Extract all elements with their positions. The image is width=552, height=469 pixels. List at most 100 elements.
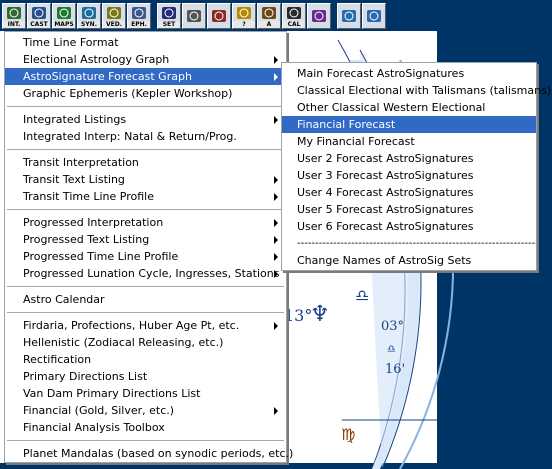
submenu-arrow-icon [274,270,278,278]
toolbar-cal-button[interactable]: CAL [282,3,306,29]
toolbar-button-label: MAPS [53,21,75,28]
toolbar-eph-button[interactable]: EPH. [127,3,151,29]
menu-item-label: Financial Forecast [297,118,396,131]
minutes-right: 16' [385,362,405,377]
ved-icon [103,4,125,21]
submenu-item-my-financial-forecast[interactable]: My Financial Forecast [282,133,536,150]
submenu-item-main-forecast-astrosignatures[interactable]: Main Forecast AstroSignatures [282,65,536,82]
menu-item-financial-analysis-toolbox[interactable]: Financial Analysis Toolbox [5,419,286,436]
submenu-arrow-icon [274,219,278,227]
toolbar-text-button[interactable]: A [257,3,281,29]
menu-item-label: Integrated Interp: Natal & Return/Prog. [23,130,237,143]
toolbar-button-label: A [258,21,280,28]
cast-icon [28,4,50,21]
menu-item-progressed-text-listing[interactable]: Progressed Text Listing [5,231,286,248]
virgo-glyph: ♍ [341,425,355,444]
submenu-arrow-icon [274,56,278,64]
menu-item-progressed-lunation-cycle-ingresses-stations[interactable]: Progressed Lunation Cycle, Ingresses, St… [5,265,286,282]
menu-item-label: Primary Directions List [23,370,148,383]
degree-left: 13° [284,306,312,325]
menu-item-integrated-listings[interactable]: Integrated Listings [5,111,286,128]
toolbar-button-label: VED. [103,21,125,28]
menu-item-label: Financial Analysis Toolbox [23,421,165,434]
menu-item-progressed-time-line-profile[interactable]: Progressed Time Line Profile [5,248,286,265]
cal-icon [283,4,305,21]
neptune-glyph: ♆ [310,302,330,327]
menu-item-integrated-interp-natal-return-prog[interactable]: Integrated Interp: Natal & Return/Prog. [5,128,286,145]
toolbar-set-button[interactable]: SET [157,3,181,29]
clock-icon [183,4,205,28]
toolbar-help-button[interactable]: ? [232,3,256,29]
menu-item-transit-interpretation[interactable]: Transit Interpretation [5,154,286,171]
submenu-item-change-names-of-astrosig-sets[interactable]: Change Names of AstroSig Sets [282,252,536,269]
syn-icon [78,4,100,21]
toolbar-maps-button[interactable]: MAPS [52,3,76,29]
menu-separator [5,308,286,317]
menu-separator [5,145,286,154]
submenu-arrow-icon [274,193,278,201]
submenu-arrow-icon [274,73,278,81]
menu-item-transit-text-listing[interactable]: Transit Text Listing [5,171,286,188]
menu-item-time-line-format[interactable]: Time Line Format [5,34,286,51]
menu-item-label: Change Names of AstroSig Sets [297,254,472,267]
menu-separator [5,205,286,214]
menu-item-label: User 6 Forecast AstroSignatures [297,220,474,233]
toolbar-syn-button[interactable]: SYN. [77,3,101,29]
menu-item-label: AstroSignature Forecast Graph [23,70,192,83]
menu-item-astro-calendar[interactable]: Astro Calendar [5,291,286,308]
submenu-arrow-icon [274,176,278,184]
menu-item-graphic-ephemeris-kepler-workshop[interactable]: Graphic Ephemeris (Kepler Workshop) [5,85,286,102]
menu-item-rectification[interactable]: Rectification [5,351,286,368]
toolbar-ved-button[interactable]: VED. [102,3,126,29]
toolbar-clock-button[interactable] [182,3,206,29]
menu-item-primary-directions-list[interactable]: Primary Directions List [5,368,286,385]
toolbar-int-button[interactable]: INT. [2,3,26,29]
menu-item-label: User 5 Forecast AstroSignatures [297,203,474,216]
submenu-item-user-2-forecast-astrosignatures[interactable]: User 2 Forecast AstroSignatures [282,150,536,167]
menu-item-firdaria-profections-huber-age-pt-etc[interactable]: Firdaria, Profections, Huber Age Pt, etc… [5,317,286,334]
submenu-item-classical-electional-with-talismans-talismans[interactable]: Classical Electional with Talismans (tal… [282,82,551,99]
toolbar-cast-button[interactable]: CAST [27,3,51,29]
submenu-item-user-4-forecast-astrosignatures[interactable]: User 4 Forecast AstroSignatures [282,184,536,201]
toolbar-zoom-out-button[interactable] [362,3,386,29]
menu-item-financial-gold-silver-etc[interactable]: Financial (Gold, Silver, etc.) [5,402,286,419]
menu-item-label: Other Classical Western Electional [297,101,486,114]
menu-item-transit-time-line-profile[interactable]: Transit Time Line Profile [5,188,286,205]
planet-icon [308,4,330,28]
toolbar: INT. CAST MAPS SYN. VED. EPH. SET? A CAL [0,0,552,31]
toolbar-button-label: ? [233,21,255,28]
menu-item-van-dam-primary-directions-list[interactable]: Van Dam Primary Directions List [5,385,286,402]
set-icon [158,4,180,21]
toolbar-button-label: INT. [3,21,25,28]
zoom-out-icon [363,4,385,28]
menu-item-label: Time Line Format [23,36,119,49]
menu-separator [5,102,286,111]
eph-icon [128,4,150,21]
menu-item-electional-astrology-graph[interactable]: Electional Astrology Graph [5,51,286,68]
menu-item-astrosignature-forecast-graph[interactable]: AstroSignature Forecast Graph [5,68,286,85]
help-icon [233,4,255,21]
menu-item-label: Astro Calendar [23,293,105,306]
menu-item-label: Hellenistic (Zodiacal Releasing, etc.) [23,336,224,349]
menu-item-label: Integrated Listings [23,113,127,126]
menu-separator [5,282,286,291]
toolbar-zoom-in-button[interactable] [337,3,361,29]
submenu-item-user-5-forecast-astrosignatures[interactable]: User 5 Forecast AstroSignatures [282,201,536,218]
submenu-item-user-3-forecast-astrosignatures[interactable]: User 3 Forecast AstroSignatures [282,167,536,184]
toolbar-planet-button[interactable] [307,3,331,29]
menu-item-label: Rectification [23,353,92,366]
submenu-arrow-icon [274,253,278,261]
toolbar-chart2-button[interactable] [207,3,231,29]
chart2-icon [208,4,230,28]
menu-item-planet-mandalas-based-on-synodic-periods-etc[interactable]: Planet Mandalas (based on synodic period… [5,445,293,462]
submenu-item-user-6-forecast-astrosignatures[interactable]: User 6 Forecast AstroSignatures [282,218,536,235]
submenu-item-other-classical-western-electional[interactable]: Other Classical Western Electional [282,99,536,116]
menu-item-hellenistic-zodiacal-releasing-etc[interactable]: Hellenistic (Zodiacal Releasing, etc.) [5,334,286,351]
menu-item-label: Classical Electional with Talismans (tal… [297,84,552,97]
menu-item-progressed-interpretation[interactable]: Progressed Interpretation [5,214,286,231]
menu-item-label: User 3 Forecast AstroSignatures [297,169,474,182]
submenu-item-financial-forecast[interactable]: Financial Forecast [282,116,536,133]
menu-item-label: My Financial Forecast [297,135,415,148]
menu-separator [5,436,286,445]
submenu-arrow-icon [274,407,278,415]
